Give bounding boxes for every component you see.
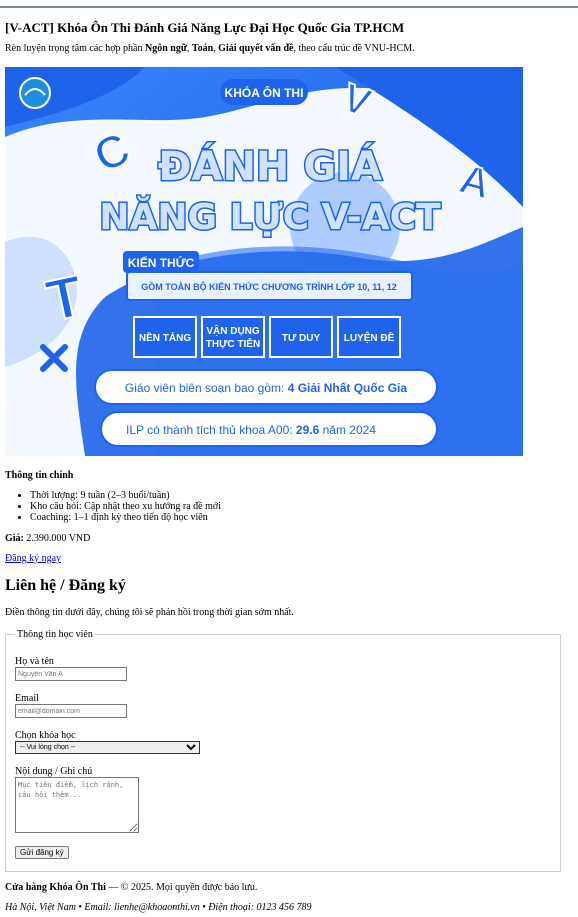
knowledge-text: GỒM TOÀN BỘ KIẾN THỨC CHƯƠNG TRÌNH LỚP 1… [141, 281, 397, 292]
email-field[interactable] [15, 704, 127, 718]
svg-text:THỰC TIỄN: THỰC TIỄN [206, 337, 260, 350]
banner-badge: KHÓA ÔN THI [225, 85, 304, 100]
note-textarea[interactable] [15, 777, 139, 833]
logo-icon [19, 77, 51, 109]
info-heading: Thông tin chính [5, 470, 74, 481]
name-field[interactable] [15, 667, 127, 681]
page-title: [V-ACT] Khóa Ôn Thi Đánh Giá Năng Lực Đạ… [5, 20, 405, 35]
footer-copyright: Cửa hàng Khóa Ôn Thi — © 2025. Mọi quyền… [5, 882, 258, 893]
pill-ilp: ILP có thành tích thủ khoa A00: 29.6 năm… [126, 423, 376, 437]
box-tu-duy: TƯ DUY [269, 316, 333, 358]
contact-heading: Liên hệ / Đăng ký [5, 577, 126, 594]
list-item: Coaching: 1–1 định kỳ theo tiến độ học v… [30, 512, 573, 523]
pill-teachers: Giáo viên biên soạn bao gồm: 4 Giải Nhất… [125, 381, 407, 395]
contact-description: Điền thông tin dưới đây, chúng tôi sẽ ph… [5, 607, 294, 618]
course-select[interactable]: -- Vui lòng chọn -- [15, 741, 200, 754]
form-legend: Thông tin học viên [17, 629, 93, 640]
svg-text:VẬN DỤNG: VẬN DỤNG [206, 324, 260, 337]
svg-text:LUYỆN ĐỀ: LUYỆN ĐỀ [344, 331, 395, 344]
knowledge-label: KIẾN THỨC [128, 255, 195, 270]
banner-headline-1: ĐÁNH GIÁ [158, 142, 382, 190]
list-item: Kho câu hỏi: Cập nhật theo xu hướng ra đ… [30, 501, 573, 512]
info-list: Thời lượng: 9 tuần (2–3 buổi/tuần) Kho c… [5, 490, 573, 523]
svg-text:NỀN TẢNG: NỀN TẢNG [139, 331, 191, 344]
svg-text:TƯ DUY: TƯ DUY [282, 333, 321, 344]
top-divider [0, 6, 578, 8]
footer-contact: Hà Nội, Việt Nam • Email: lienhe@khoaont… [5, 902, 312, 913]
box-nen-tang: NỀN TẢNG [133, 316, 197, 358]
box-luyen-de: LUYỆN ĐỀ [337, 316, 401, 358]
banner-headline-2: NĂNG LỰC V-ACT [99, 195, 441, 238]
course-label: Chọn khóa học [15, 730, 76, 741]
box-van-dung: VẬN DỤNG THỰC TIỄN [201, 316, 265, 358]
submit-button[interactable]: Gửi đăng ký [15, 846, 69, 859]
email-label: Email [15, 693, 39, 704]
register-link[interactable]: Đăng ký ngay [5, 553, 61, 564]
name-label: Họ và tên [15, 656, 54, 667]
intro-text: Rèn luyện trọng tâm các hợp phần Ngôn ng… [5, 43, 415, 54]
price: Giá: 2.390.000 VND [5, 533, 91, 544]
student-info-form: Thông tin học viên Họ và tên Email Chọn … [5, 629, 561, 872]
course-banner: KHÓA ÔN THI C V A T ĐÁNH GIÁ NĂNG LỰC V-… [5, 67, 523, 456]
list-item: Thời lượng: 9 tuần (2–3 buổi/tuần) [30, 490, 573, 501]
note-label: Nội dung / Ghi chú [15, 766, 93, 777]
